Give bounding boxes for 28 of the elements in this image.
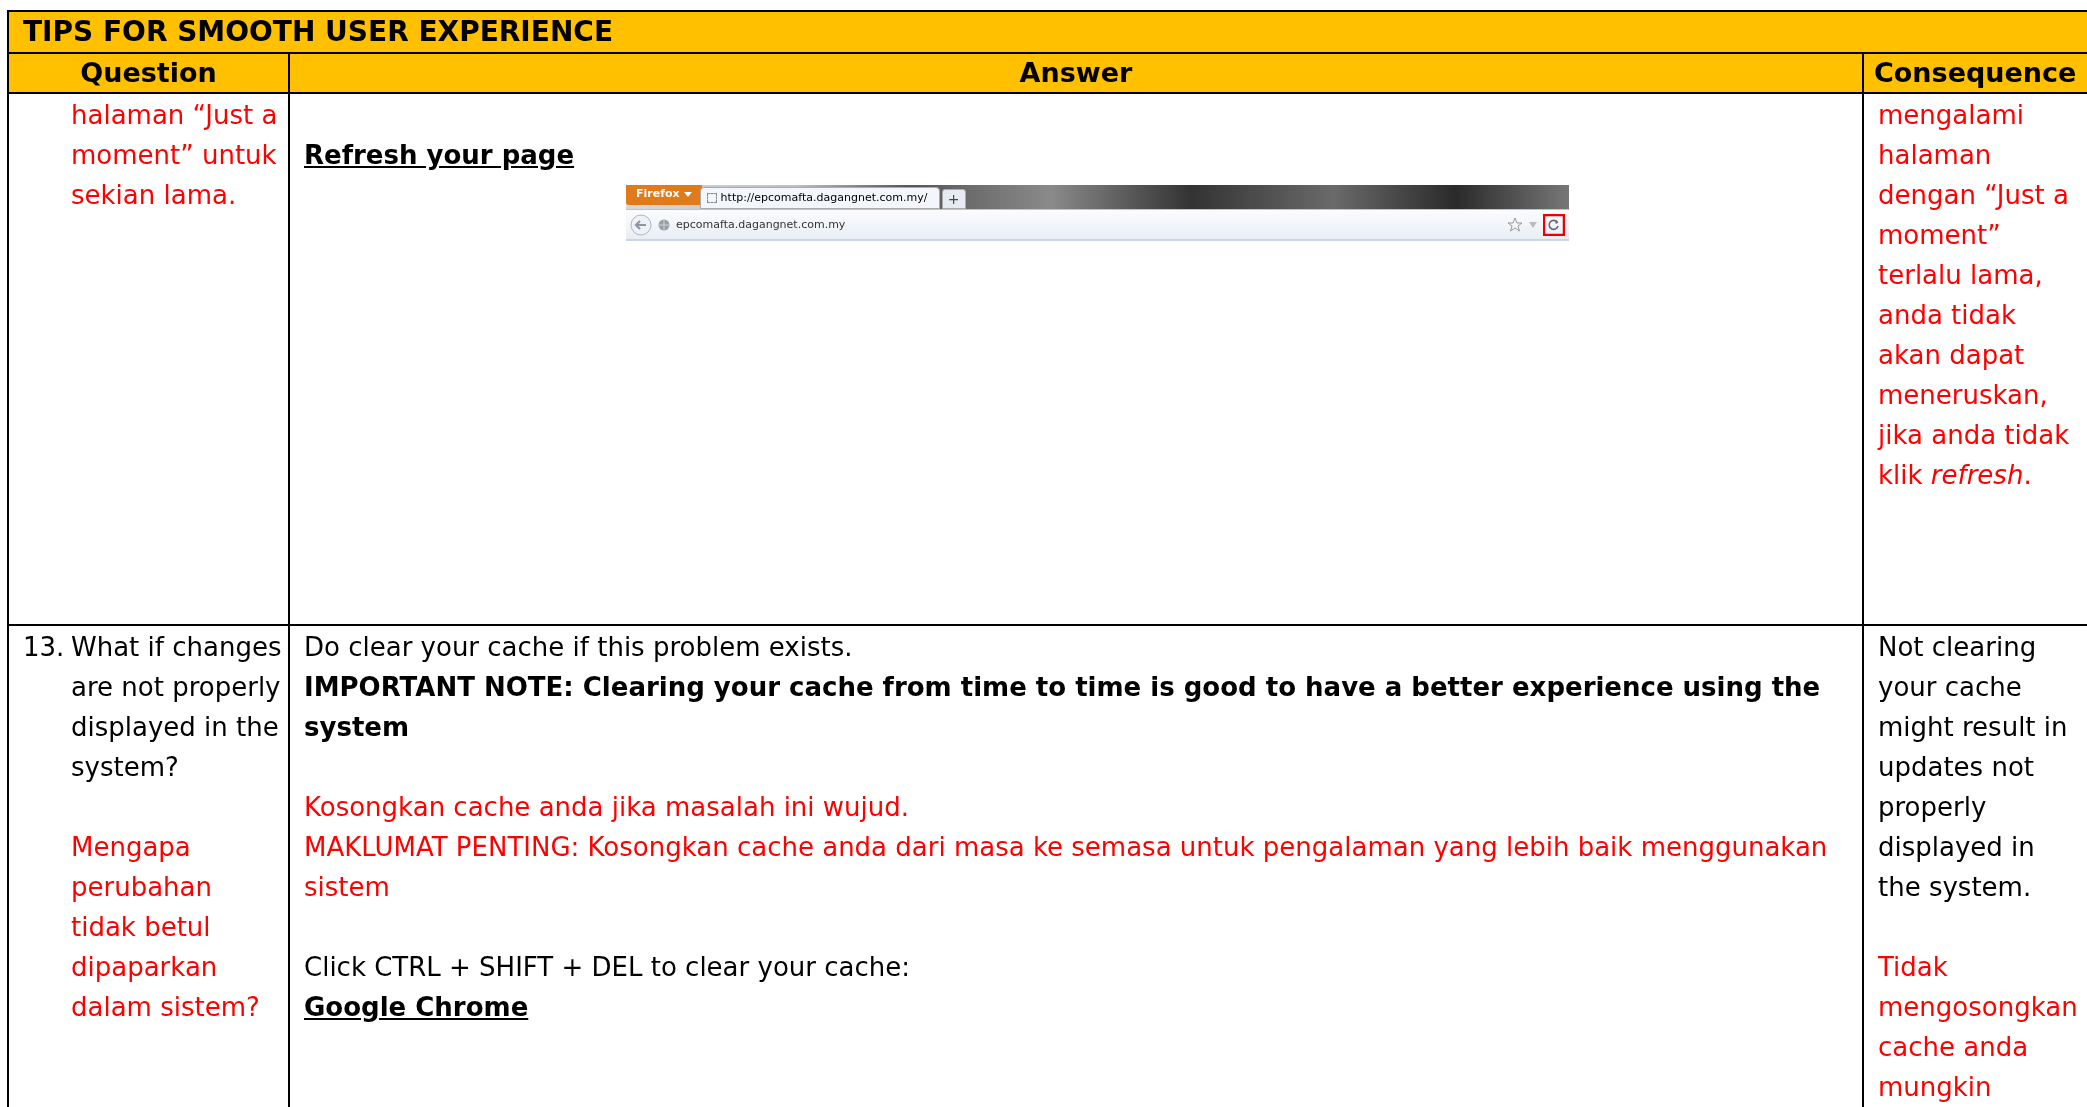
new-tab-button[interactable]: + [941,189,966,209]
malay-text: Kosongkan cache anda jika masalah ini wujud. [304,791,911,824]
address-text: epcomafta.dagangnet.com.my [676,216,847,233]
column-header: Answer [290,54,1864,94]
section-heading: Refresh your page [304,139,576,172]
browser-tab[interactable]: http://epcomafta.dagangnet.com.my/ [699,187,940,209]
dropdown-caret-icon[interactable] [1529,221,1537,228]
malay-text: MAKLUMAT PENTING: Kosongkan cache anda dari masa ke semasa untuk pengalaman yang lebih baik menggunakan sistem [304,831,1829,904]
column-header: Consequence [1864,54,2087,94]
malay-text: halaman “Just a moment” untuk sekian lama. [71,99,279,212]
column-header: Question [9,54,290,94]
row-number: 13. [23,632,65,662]
malay-text: mengalami halaman dengan “Just a moment” terlalu lama, anda tidak akan dapat meneruskan, jika anda tidak klik refresh. [1878,99,2071,492]
important-note: IMPORTANT NOTE: Clearing your cache from time to time is good to have a better experience using the system [304,671,1822,744]
table-title: TIPS FOR SMOOTH USER EXPERIENCE [9,12,2087,54]
dropdown-caret-icon [683,192,692,197]
english-text: What if changes are not properly displayed in the system? [71,631,283,784]
english-text: Not clearing your cache might result in updates not properly displayed in the system. [1878,631,2069,904]
malay-text: Mengapa perubahan tidak betul dipaparkan dalam sistem? [71,831,261,1024]
globe-icon [658,218,670,231]
reload-icon[interactable] [1543,213,1565,236]
malay-text: Tidak mengosongkan cache anda mungkin [1878,951,2078,1104]
page-icon [706,193,717,203]
english-text: Do clear your cache if this problem exists. [304,631,854,664]
address-bar[interactable]: epcomafta.dagangnet.com.my [626,209,1569,239]
section-heading: Google Chrome [304,991,530,1024]
star-icon[interactable] [1507,216,1523,233]
english-text: Click CTRL + SHIFT + DEL to clear your cache: [304,951,911,984]
